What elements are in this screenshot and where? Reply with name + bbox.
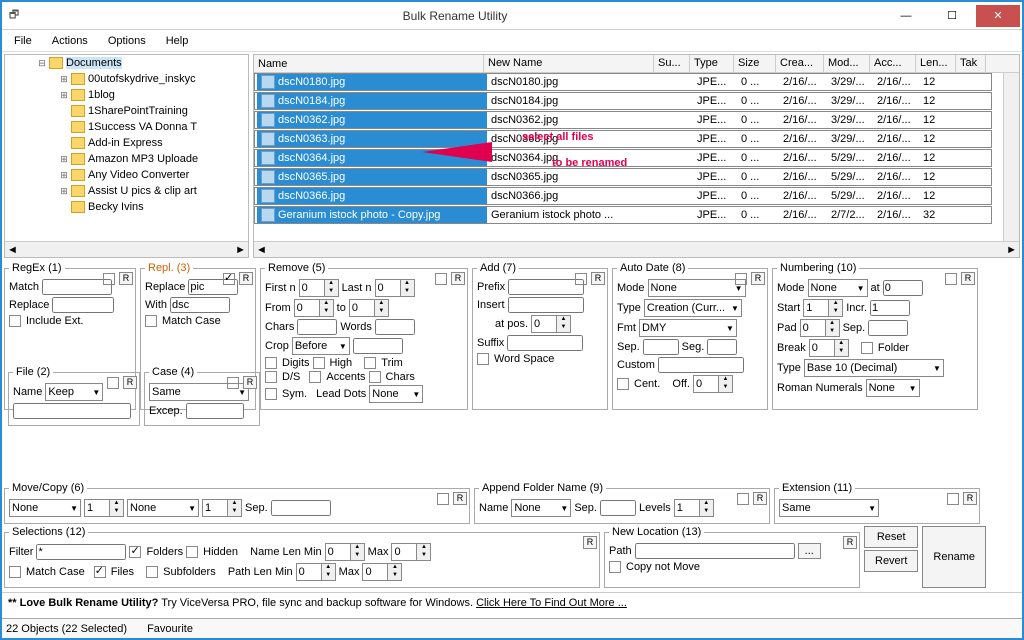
tree-item[interactable]: ⊞00utofskydrive_inskyc — [5, 71, 248, 87]
regex-reset[interactable]: R — [119, 272, 133, 285]
maximize-button[interactable]: ☐ — [930, 5, 974, 27]
panel-numbering: Numbering (10) R ModeNone▼at Start▲▼Incr… — [772, 262, 978, 410]
file-row[interactable]: dscN0363.jpgdscN0363.jpgJPE...0 ...2/16/… — [254, 130, 992, 148]
status-objects: 22 Objects (22 Selected) — [6, 623, 127, 635]
repl-enable-check[interactable] — [223, 273, 235, 285]
file-row[interactable]: Geranium istock photo - Copy.jpgGeranium… — [254, 206, 992, 224]
regex-match-input[interactable] — [42, 279, 112, 295]
file-row[interactable]: dscN0366.jpgdscN0366.jpgJPE...0 ...2/16/… — [254, 187, 992, 205]
add-suffix-input[interactable] — [507, 335, 583, 351]
col-created[interactable]: Crea... — [776, 55, 824, 72]
revert-button[interactable]: Revert — [864, 550, 918, 572]
close-button[interactable]: ✕ — [976, 5, 1020, 27]
tree-item[interactable]: ⊞Amazon MP3 Uploade — [5, 151, 248, 167]
regex-enable-check[interactable] — [103, 273, 115, 285]
tree-item[interactable]: Add-in Express — [5, 135, 248, 151]
statusbar: 22 Objects (22 Selected) Favourite — [2, 618, 1022, 638]
col-length[interactable]: Len... — [916, 55, 956, 72]
file-row[interactable]: dscN0180.jpgdscN0180.jpgJPE...0 ...2/16/… — [254, 73, 992, 91]
add-prefix-input[interactable] — [508, 279, 584, 295]
menu-file[interactable]: File — [8, 33, 38, 49]
repl-reset[interactable]: R — [239, 272, 253, 285]
regex-replace-input[interactable] — [52, 297, 114, 313]
col-name[interactable]: Name — [254, 55, 484, 72]
panel-movecopy: Move/Copy (6) R None▼ ▲▼ None▼ ▲▼ Sep. — [4, 482, 470, 524]
annotation-arrow — [422, 142, 492, 162]
col-newname[interactable]: New Name — [484, 55, 654, 72]
col-type[interactable]: Type — [690, 55, 734, 72]
filter-input[interactable] — [36, 544, 126, 560]
tree-hscroll[interactable]: ◄► — [5, 241, 248, 257]
file-name-select[interactable]: Keep▼ — [45, 383, 103, 401]
file-list[interactable]: Name New Name Su... Type Size Crea... Mo… — [253, 54, 1020, 258]
col-accessed[interactable]: Acc... — [870, 55, 916, 72]
panel-extension: Extension (11) R Same▼ — [774, 482, 980, 524]
panel-appendfolder: Append Folder Name (9) R NameNone▼ Sep. … — [474, 482, 770, 524]
col-taken[interactable]: Tak — [956, 55, 986, 72]
panel-file: File (2) R NameKeep▼ — [8, 366, 140, 426]
app-icon: 🗗 — [2, 6, 26, 25]
status-favourite: Favourite — [147, 623, 193, 635]
panel-case: Case (4) R Same▼ Excep. — [144, 366, 260, 426]
menu-actions[interactable]: Actions — [46, 33, 94, 49]
list-hscroll[interactable]: ◄► — [254, 241, 1019, 257]
tree-item[interactable]: 1SharePointTraining — [5, 103, 248, 119]
menu-help[interactable]: Help — [160, 33, 195, 49]
tree-item[interactable]: ⊞Any Video Converter — [5, 167, 248, 183]
remove-crop-select[interactable]: Before▼ — [292, 337, 350, 355]
tree-item[interactable]: ⊞1blog — [5, 87, 248, 103]
file-row[interactable]: dscN0362.jpgdscN0362.jpgJPE...0 ...2/16/… — [254, 111, 992, 129]
list-vscroll[interactable] — [1003, 73, 1019, 241]
panel-remove: Remove (5) R First n▲▼ Last n▲▼ From▲▼ t… — [260, 262, 468, 410]
window-title: Bulk Rename Utility — [26, 9, 884, 23]
file-row[interactable]: dscN0365.jpgdscN0365.jpgJPE...0 ...2/16/… — [254, 168, 992, 186]
promo-link[interactable]: Click Here To Find Out More ... — [476, 597, 627, 609]
menu-options[interactable]: Options — [102, 33, 152, 49]
panel-add: Add (7) R Prefix Insert at pos.▲▼ Suffix… — [472, 262, 608, 410]
remove-lastn-spin[interactable]: ▲▼ — [375, 279, 415, 297]
browse-button[interactable]: ... — [798, 543, 821, 559]
col-size[interactable]: Size — [734, 55, 776, 72]
col-modified[interactable]: Mod... — [824, 55, 870, 72]
tree-item[interactable]: ⊟Documents — [5, 55, 248, 71]
extension-select[interactable]: Same▼ — [779, 499, 879, 517]
col-subdir[interactable]: Su... — [654, 55, 690, 72]
panel-autodate: Auto Date (8) R ModeNone▼ TypeCreation (… — [612, 262, 768, 410]
remove-firstn-spin[interactable]: ▲▼ — [299, 279, 339, 297]
tree-item[interactable]: 1Success VA Donna T — [5, 119, 248, 135]
folder-tree[interactable]: ⊟Documents⊞00utofskydrive_inskyc⊞1blog1S… — [4, 54, 249, 258]
repl-matchcase-check[interactable] — [145, 315, 157, 327]
minimize-button[interactable]: — — [884, 5, 928, 27]
tree-item[interactable]: ⊞Assist U pics & clip art — [5, 183, 248, 199]
reset-button[interactable]: Reset — [864, 526, 918, 548]
list-header[interactable]: Name New Name Su... Type Size Crea... Mo… — [254, 55, 1019, 73]
newloc-path-input[interactable] — [635, 543, 795, 559]
promo-bar: ** Love Bulk Rename Utility? Try ViceVer… — [2, 592, 1022, 613]
tree-item[interactable]: Becky Ivins — [5, 199, 248, 215]
panel-selections: Selections (12) R Filter Folders Hidden … — [4, 526, 600, 588]
file-row[interactable]: dscN0364.jpgdscN0364.jpgJPE...0 ...2/16/… — [254, 149, 992, 167]
add-insert-input[interactable] — [508, 297, 584, 313]
titlebar: 🗗 Bulk Rename Utility — ☐ ✕ — [2, 2, 1022, 30]
file-name-input[interactable] — [13, 403, 131, 419]
panel-newlocation: New Location (13) R Path... Copy not Mov… — [604, 526, 860, 588]
menubar: File Actions Options Help — [2, 30, 1022, 52]
regex-includeext-check[interactable] — [9, 315, 21, 327]
file-row[interactable]: dscN0184.jpgdscN0184.jpgJPE...0 ...2/16/… — [254, 92, 992, 110]
repl-with-input[interactable] — [170, 297, 230, 313]
rename-button[interactable]: Rename — [922, 526, 986, 588]
